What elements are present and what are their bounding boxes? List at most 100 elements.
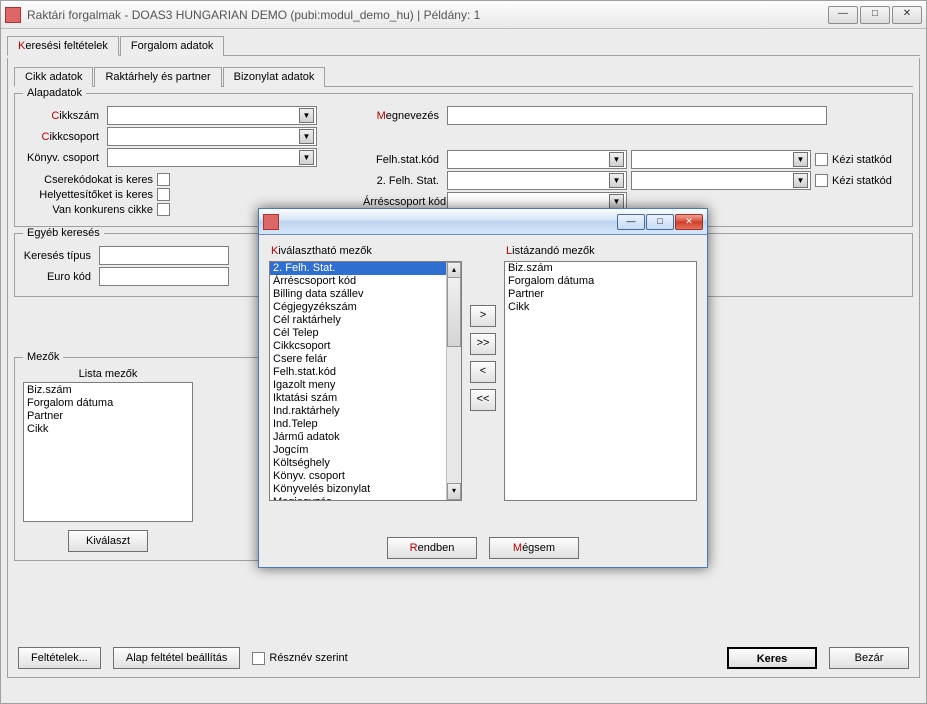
label-megnevezes: Megnevezés: [363, 110, 443, 122]
button-move-left[interactable]: <: [470, 361, 496, 383]
chevron-down-icon[interactable]: ▼: [299, 129, 314, 144]
scrollbar[interactable]: [446, 262, 461, 500]
dialog-close-button[interactable]: ✕: [675, 214, 703, 230]
list-item[interactable]: Árréscsoport kód: [270, 275, 446, 288]
input-kerestipus[interactable]: [99, 246, 229, 265]
checkbox-kezi-1[interactable]: [815, 153, 828, 166]
label-cikkszam: Cikkszám: [23, 110, 103, 122]
chevron-down-icon[interactable]: ▼: [609, 152, 624, 167]
checkbox-resznev[interactable]: [252, 652, 265, 665]
combo-felhstat[interactable]: ▼: [447, 150, 627, 169]
dialog-body: Kiválasztható mezők 2. Felh. Stat.Árrésc…: [259, 235, 707, 567]
list-item[interactable]: Jogcím: [270, 444, 446, 457]
list-item[interactable]: Könyvelés bizonylat: [270, 483, 446, 496]
listbox-mezok[interactable]: Biz.számForgalom dátumaPartnerCikk: [23, 382, 193, 522]
group-egyeb-label: Egyéb keresés: [23, 227, 104, 239]
list-item[interactable]: Cikkcsoport: [270, 340, 446, 353]
listbox-selected[interactable]: Biz.számForgalom dátumaPartnerCikk: [504, 261, 697, 501]
label-felhstat: Felh.stat.kód: [363, 154, 443, 166]
scrollbar-thumb[interactable]: [447, 277, 461, 347]
maximize-button[interactable]: □: [860, 6, 890, 24]
dialog-titlebar[interactable]: — □ ✕: [259, 209, 707, 235]
list-item[interactable]: Cél raktárhely: [270, 314, 446, 327]
list-item[interactable]: Cikk: [25, 423, 191, 436]
button-move-right[interactable]: >: [470, 305, 496, 327]
group-mezok-label: Mezők: [23, 351, 63, 363]
list-item[interactable]: Partner: [505, 288, 696, 301]
button-keres[interactable]: Keres: [727, 647, 817, 669]
app-icon: [5, 7, 21, 23]
label-listazando: Listázandó mezők: [506, 245, 697, 257]
tab-raktarhely-partner[interactable]: Raktárhely és partner: [94, 67, 221, 87]
list-item[interactable]: Felh.stat.kód: [270, 366, 446, 379]
list-item[interactable]: Biz.szám: [505, 262, 696, 275]
button-move-all-left[interactable]: <<: [470, 389, 496, 411]
tab-bizonylat-adatok[interactable]: Bizonylat adatok: [223, 67, 326, 87]
bottom-bar: Feltételek... Alap feltétel beállítás Ré…: [18, 647, 909, 669]
chevron-down-icon[interactable]: ▼: [609, 194, 624, 209]
close-button[interactable]: ✕: [892, 6, 922, 24]
list-item[interactable]: Cégjegyzékszám: [270, 301, 446, 314]
button-rendben[interactable]: Rendben: [387, 537, 477, 559]
label-arres: Árréscsoport kód: [363, 196, 443, 208]
list-item[interactable]: Megjegyzés: [270, 496, 446, 501]
list-item[interactable]: Ind.raktárhely: [270, 405, 446, 418]
list-item[interactable]: Jármű adatok: [270, 431, 446, 444]
dialog-minimize-button[interactable]: —: [617, 214, 645, 230]
listbox-available[interactable]: 2. Felh. Stat.Árréscsoport kódBilling da…: [269, 261, 462, 501]
input-eurokod[interactable]: [99, 267, 229, 286]
list-item[interactable]: Ind.Telep: [270, 418, 446, 431]
list-item[interactable]: 2. Felh. Stat.: [270, 262, 446, 275]
main-titlebar: Raktári forgalmak - DOAS3 HUNGARIAN DEMO…: [1, 1, 926, 29]
list-item[interactable]: Forgalom dátuma: [25, 397, 191, 410]
button-megsem[interactable]: Mégsem: [489, 537, 579, 559]
combo-felh2-2[interactable]: ▼: [631, 171, 811, 190]
list-item[interactable]: Billing data szállev: [270, 288, 446, 301]
button-move-all-right[interactable]: >>: [470, 333, 496, 355]
list-item[interactable]: Cikk: [505, 301, 696, 314]
combo-felh2[interactable]: ▼: [447, 171, 627, 190]
combo-cikkszam[interactable]: ▼: [107, 106, 317, 125]
tab-keresesi-feltetelek[interactable]: Keresési feltételek: [7, 36, 119, 56]
combo-felhstat-2[interactable]: ▼: [631, 150, 811, 169]
combo-konyvcsoport[interactable]: ▼: [107, 148, 317, 167]
button-bezar[interactable]: Bezár: [829, 647, 909, 669]
list-item[interactable]: Csere felár: [270, 353, 446, 366]
list-item[interactable]: Könyv. csoport: [270, 470, 446, 483]
list-item[interactable]: Cél Telep: [270, 327, 446, 340]
label-csere: Cserekódokat is keres: [23, 174, 153, 186]
dialog-mezok: — □ ✕ Kiválasztható mezők 2. Felh. Stat.…: [258, 208, 708, 568]
input-megnevezes[interactable]: [447, 106, 827, 125]
tab-forgalom-adatok[interactable]: Forgalom adatok: [120, 36, 225, 56]
label-kivalaszthato: Kiválasztható mezők: [271, 245, 462, 257]
button-kivalaszt[interactable]: Kiválaszt: [68, 530, 148, 552]
chevron-down-icon[interactable]: ▼: [299, 108, 314, 123]
dialog-maximize-button[interactable]: □: [646, 214, 674, 230]
label-lista-mezok: Lista mezők: [23, 368, 193, 380]
label-resznev: Résznév szerint: [269, 652, 347, 664]
checkbox-vankonk[interactable]: [157, 203, 170, 216]
chevron-down-icon[interactable]: ▼: [299, 150, 314, 165]
combo-cikkcsoport[interactable]: ▼: [107, 127, 317, 146]
label-konyvcsoport: Könyv. csoport: [23, 152, 103, 164]
list-item[interactable]: Partner: [25, 410, 191, 423]
list-item[interactable]: Igazolt meny: [270, 379, 446, 392]
sub-tabs: Cikk adatok Raktárhely és partner Bizony…: [14, 66, 913, 87]
chevron-down-icon[interactable]: ▼: [793, 173, 808, 188]
label-cikkcsoport: Cikkcsoport: [23, 131, 103, 143]
list-item[interactable]: Iktatási szám: [270, 392, 446, 405]
main-tabs: Keresési feltételek Forgalom adatok: [7, 35, 920, 56]
list-item[interactable]: Költséghely: [270, 457, 446, 470]
button-feltetelek[interactable]: Feltételek...: [18, 647, 101, 669]
button-alap-feltetel[interactable]: Alap feltétel beállítás: [113, 647, 241, 669]
checkbox-helyett[interactable]: [157, 188, 170, 201]
list-item[interactable]: Biz.szám: [25, 384, 191, 397]
list-item[interactable]: Forgalom dátuma: [505, 275, 696, 288]
chevron-down-icon[interactable]: ▼: [793, 152, 808, 167]
tab-cikk-adatok[interactable]: Cikk adatok: [14, 67, 93, 87]
chevron-down-icon[interactable]: ▼: [609, 173, 624, 188]
dialog-icon: [263, 214, 279, 230]
checkbox-csere[interactable]: [157, 173, 170, 186]
checkbox-kezi-2[interactable]: [815, 174, 828, 187]
minimize-button[interactable]: —: [828, 6, 858, 24]
